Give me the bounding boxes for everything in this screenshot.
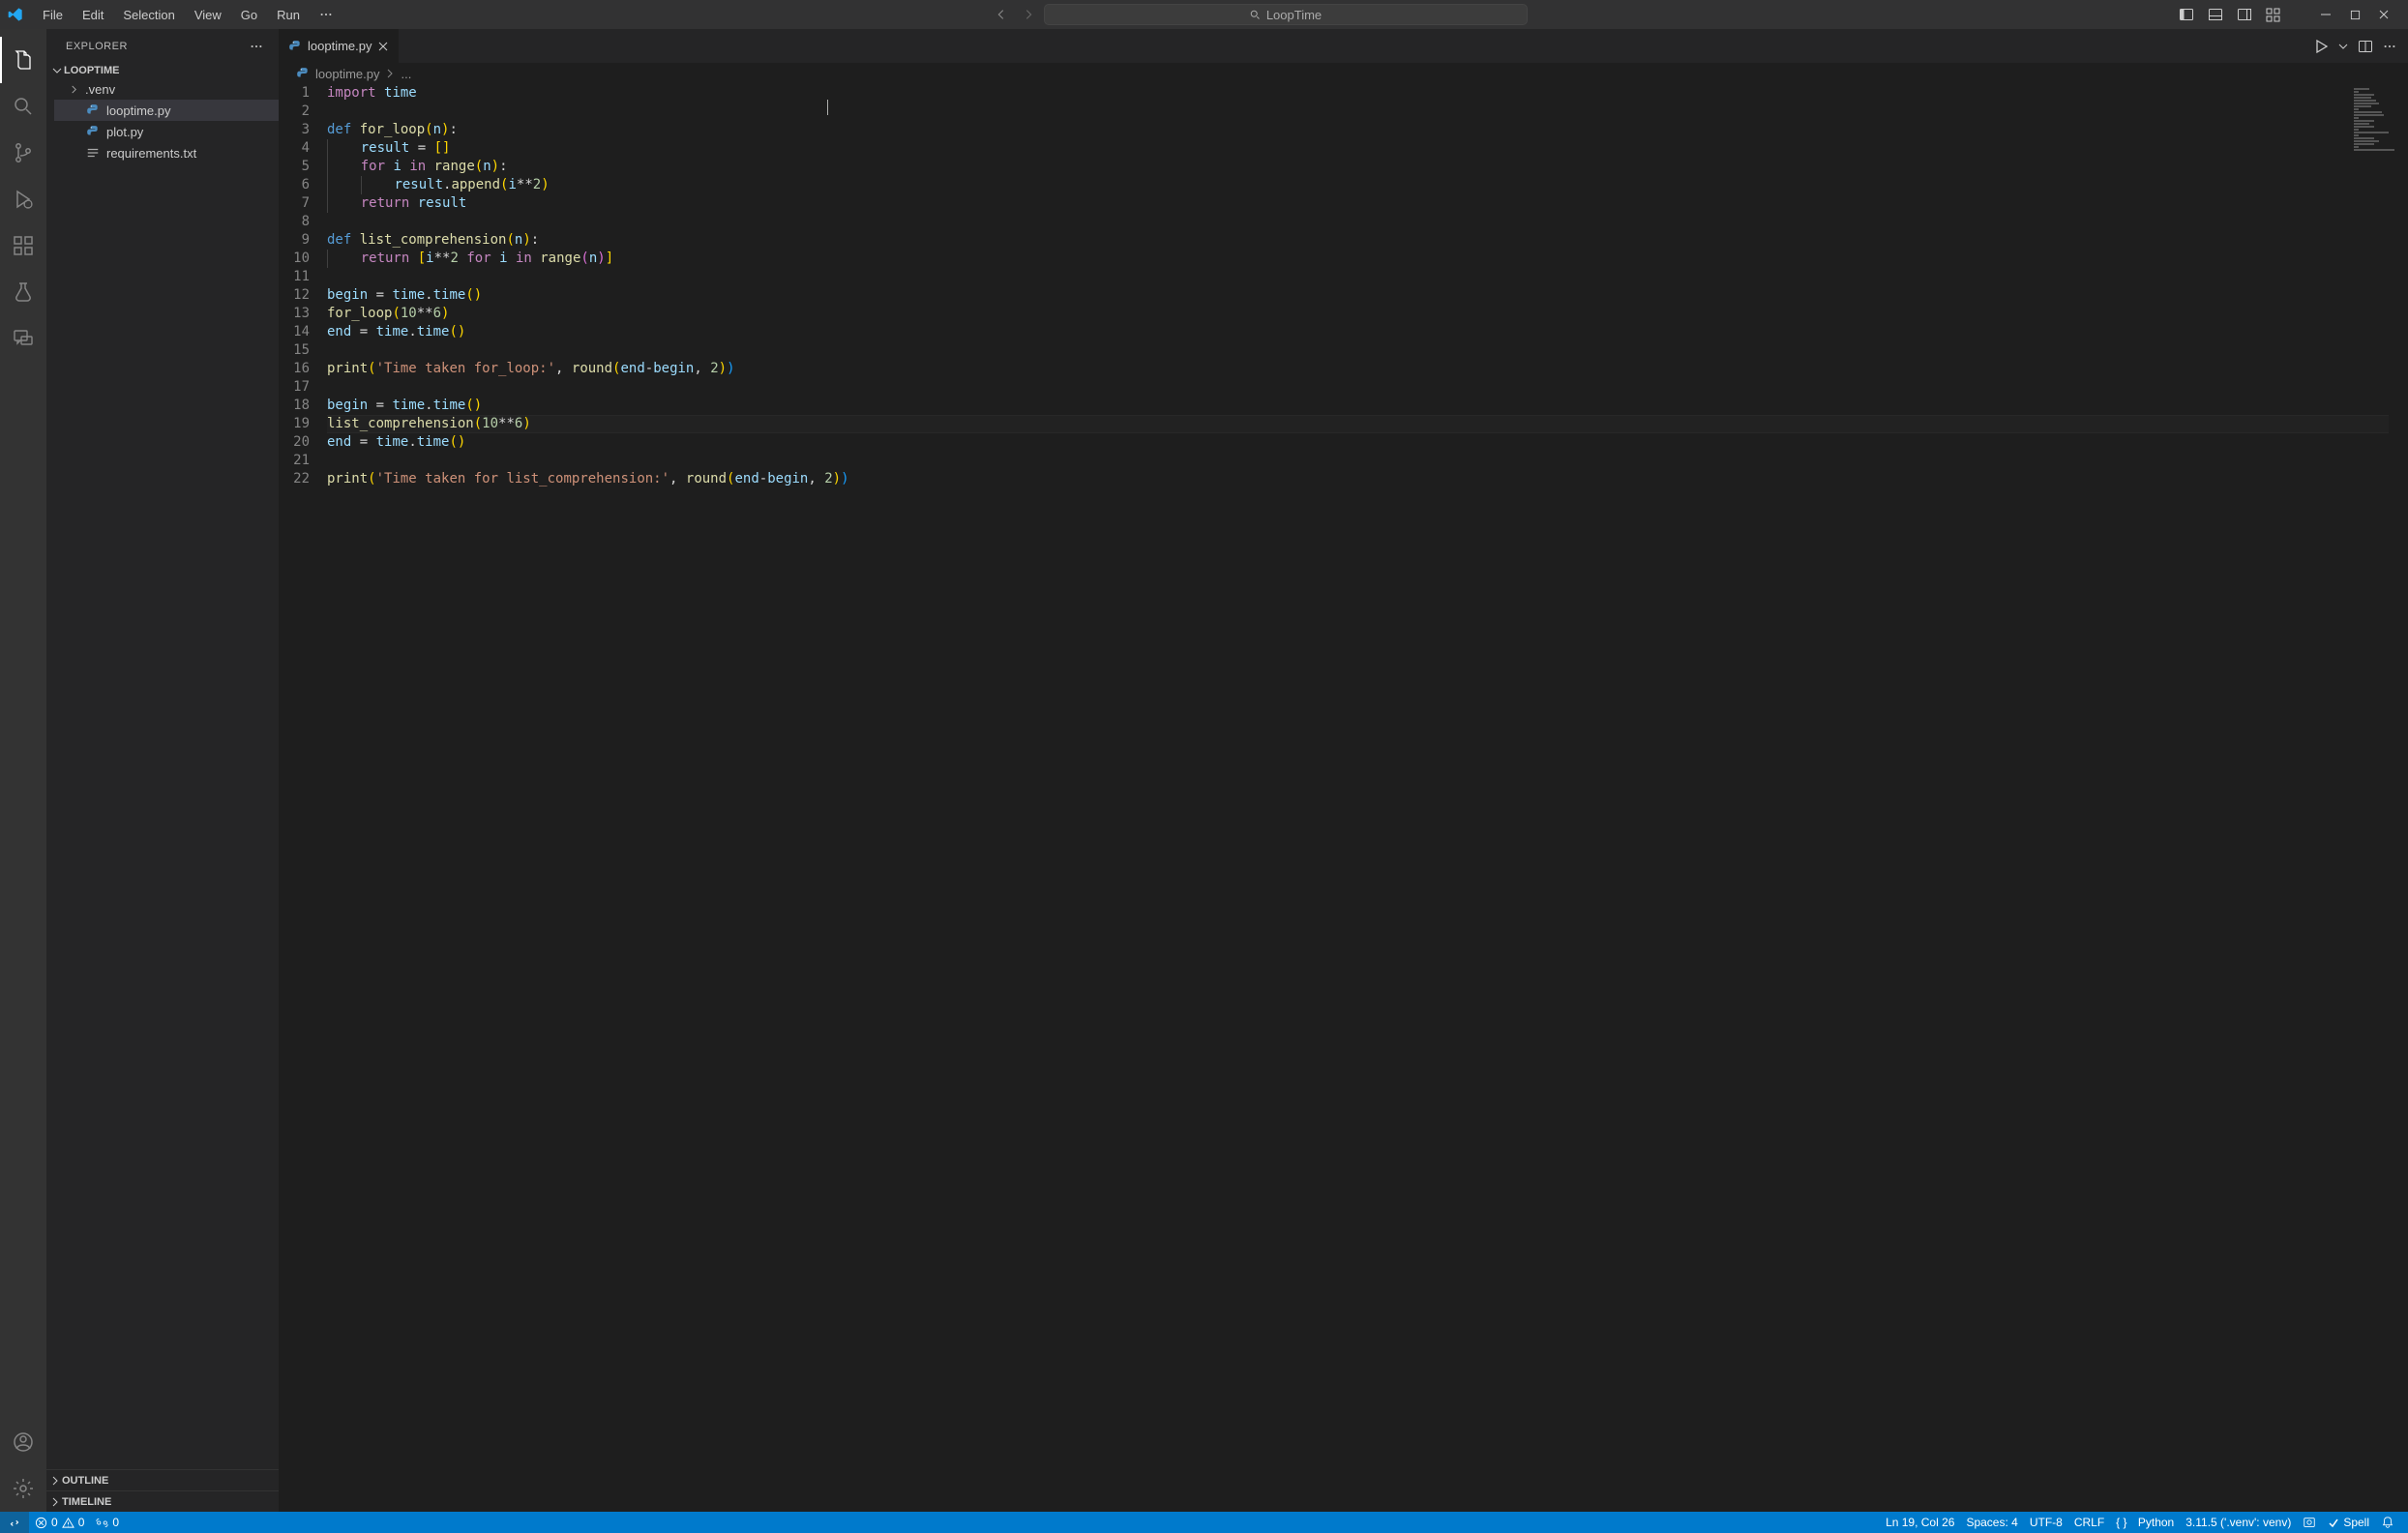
activity-search-icon[interactable] <box>0 83 46 130</box>
search-text: LoopTime <box>1266 8 1322 22</box>
python-file-icon <box>85 103 101 117</box>
tree-label: requirements.txt <box>106 146 196 161</box>
status-warnings: 0 <box>78 1516 85 1529</box>
status-bell-icon[interactable] <box>2375 1512 2400 1533</box>
python-file-icon <box>85 125 101 138</box>
menu-go[interactable]: Go <box>233 4 265 26</box>
breadcrumb-rest: ... <box>401 67 411 81</box>
status-eol[interactable]: CRLF <box>2068 1512 2110 1533</box>
file-tree: .venv looptime.py plot.py <box>46 78 279 163</box>
chevron-right-icon <box>50 1476 60 1486</box>
customize-layout-icon[interactable] <box>2263 4 2284 25</box>
status-notifications-icon[interactable] <box>2297 1512 2322 1533</box>
status-cursor[interactable]: Ln 19, Col 26 <box>1880 1512 1960 1533</box>
activity-settings-icon[interactable] <box>0 1465 46 1512</box>
menu-selection[interactable]: Selection <box>115 4 182 26</box>
vscode-logo-icon <box>8 6 25 23</box>
layout-sidebar-left-icon[interactable] <box>2176 4 2197 25</box>
folder-header[interactable]: LOOPTIME <box>46 63 279 78</box>
layout-panel-icon[interactable] <box>2205 4 2226 25</box>
tree-file-plot[interactable]: plot.py <box>54 121 279 142</box>
command-center-search[interactable]: LoopTime <box>1044 4 1528 25</box>
code-editor[interactable]: 12345678910111213141516171819202122 impo… <box>279 84 2408 1512</box>
status-encoding[interactable]: UTF-8 <box>2024 1512 2068 1533</box>
menu-view[interactable]: View <box>187 4 229 26</box>
text-caret <box>827 100 828 115</box>
python-file-icon <box>296 67 310 80</box>
activity-testing-icon[interactable] <box>0 269 46 315</box>
status-ports-count: 0 <box>112 1516 119 1529</box>
status-interpreter[interactable]: 3.11.5 ('.venv': venv) <box>2180 1512 2297 1533</box>
window-minimize-button[interactable] <box>2315 4 2336 25</box>
layout-sidebar-right-icon[interactable] <box>2234 4 2255 25</box>
tab-bar: looptime.py <box>279 29 2408 63</box>
tab-label: looptime.py <box>308 39 372 53</box>
activity-explorer-icon[interactable] <box>0 37 46 83</box>
chevron-down-icon <box>52 66 62 75</box>
activity-source-control-icon[interactable] <box>0 130 46 176</box>
python-file-icon <box>288 40 302 53</box>
status-language[interactable]: { } Python <box>2110 1512 2180 1533</box>
status-remote-icon[interactable] <box>0 1512 29 1533</box>
run-dropdown-icon[interactable] <box>2338 42 2348 51</box>
nav-forward-button[interactable] <box>1017 3 1040 26</box>
editor-more-icon[interactable] <box>2383 40 2396 53</box>
status-spell[interactable]: Spell <box>2322 1512 2375 1533</box>
breadcrumb-file: looptime.py <box>315 67 379 81</box>
status-spaces[interactable]: Spaces: 4 <box>1960 1512 2023 1533</box>
activity-accounts-icon[interactable] <box>0 1419 46 1465</box>
search-icon <box>1249 9 1261 20</box>
chevron-right-icon <box>50 1497 60 1507</box>
menu-file[interactable]: File <box>35 4 71 26</box>
tree-file-looptime[interactable]: looptime.py <box>54 100 279 121</box>
outline-header[interactable]: OUTLINE <box>46 1469 279 1490</box>
code-content[interactable]: import time def for_loop(n): result = []… <box>327 84 2408 1512</box>
menu-overflow-icon[interactable] <box>312 4 341 25</box>
tree-file-requirements[interactable]: requirements.txt <box>54 142 279 163</box>
tree-label: plot.py <box>106 125 143 139</box>
window-maximize-button[interactable] <box>2344 4 2365 25</box>
chevron-right-icon <box>70 85 79 94</box>
tab-close-icon[interactable] <box>377 41 389 52</box>
tree-folder-venv[interactable]: .venv <box>54 78 279 100</box>
timeline-header[interactable]: TIMELINE <box>46 1490 279 1512</box>
status-lang-label: Python <box>2138 1516 2174 1529</box>
activity-run-debug-icon[interactable] <box>0 176 46 222</box>
menu-edit[interactable]: Edit <box>74 4 111 26</box>
split-editor-icon[interactable] <box>2358 39 2373 54</box>
run-button-icon[interactable] <box>2313 39 2329 54</box>
activity-extensions-icon[interactable] <box>0 222 46 269</box>
status-bar: 0 0 0 Ln 19, Col 26 Spaces: 4 UTF-8 CRLF… <box>0 1512 2408 1533</box>
menu-run[interactable]: Run <box>269 4 308 26</box>
editor-area: looptime.py <box>279 29 2408 1512</box>
breadcrumb[interactable]: looptime.py ... <box>279 63 2408 84</box>
chevron-right-icon <box>385 69 395 78</box>
activity-chat-icon[interactable] <box>0 315 46 362</box>
window-close-button[interactable] <box>2373 4 2394 25</box>
folder-label: LOOPTIME <box>64 65 119 76</box>
minimap[interactable] <box>2350 84 2408 162</box>
status-spell-label: Spell <box>2343 1516 2369 1529</box>
side-more-icon[interactable] <box>250 40 263 53</box>
title-bar: File Edit Selection View Go Run LoopTime <box>0 0 2408 29</box>
tree-label: .venv <box>85 82 115 97</box>
tree-label: looptime.py <box>106 103 170 118</box>
line-gutter: 12345678910111213141516171819202122 <box>279 84 327 1512</box>
status-ports[interactable]: 0 <box>90 1512 125 1533</box>
timeline-label: TIMELINE <box>62 1496 111 1508</box>
braces-icon: { } <box>2116 1516 2126 1529</box>
status-errors: 0 <box>51 1516 58 1529</box>
text-file-icon <box>85 146 101 160</box>
tab-looptime[interactable]: looptime.py <box>279 29 400 63</box>
status-problems[interactable]: 0 0 <box>29 1512 90 1533</box>
nav-back-button[interactable] <box>990 3 1013 26</box>
side-bar: EXPLORER LOOPTIME .venv <box>46 29 279 1512</box>
outline-label: OUTLINE <box>62 1475 108 1487</box>
side-title: EXPLORER <box>66 41 128 52</box>
activity-bar <box>0 29 46 1512</box>
